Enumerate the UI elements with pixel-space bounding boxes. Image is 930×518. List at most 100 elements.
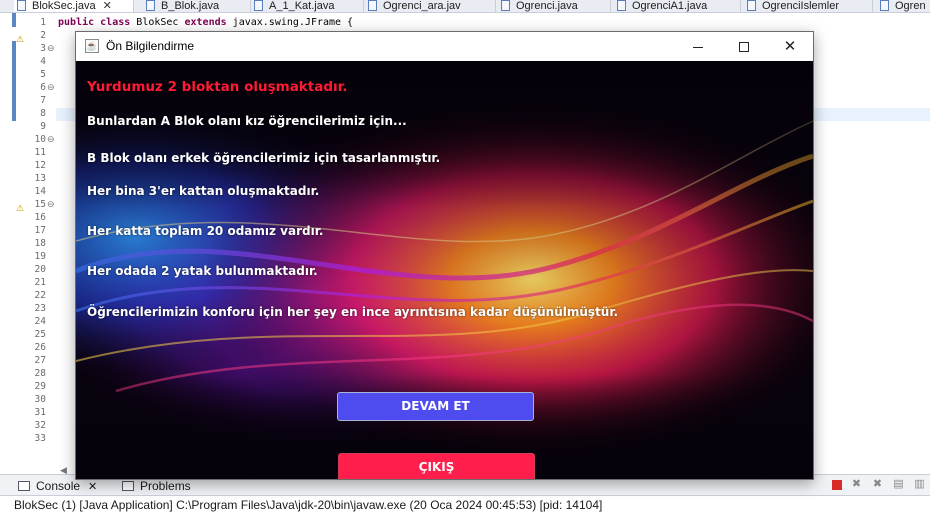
line-number: 27 bbox=[34, 355, 46, 366]
tab-separator bbox=[363, 0, 364, 12]
line-number: 4 bbox=[40, 56, 46, 67]
remove-launch-icon[interactable]: ✖ bbox=[850, 478, 863, 491]
editor-tab-label: Ogrenci_ara.jav bbox=[383, 0, 461, 12]
tab-separator bbox=[872, 0, 873, 12]
java-file-icon bbox=[368, 0, 377, 11]
problems-icon bbox=[122, 481, 134, 491]
line-number: 26 bbox=[34, 342, 46, 353]
line-number: 22 bbox=[34, 290, 46, 301]
editor-tab-label: Ogrenci.java bbox=[516, 0, 578, 12]
info-line: B Blok olanı erkek öğrencilerimiz için t… bbox=[87, 151, 441, 165]
editor-tab-ogrenci-ara[interactable]: Ogrenci_ara.jav bbox=[368, 0, 461, 12]
line-number: 2 bbox=[40, 30, 46, 41]
close-icon: ✕ bbox=[783, 38, 797, 55]
dialog-title: Ön Bilgilendirme bbox=[106, 39, 195, 53]
tab-label: Console bbox=[36, 479, 81, 493]
fold-icon[interactable]: ⊖ bbox=[47, 133, 55, 146]
console-status-line: BlokSec (1) [Java Application] C:\Progra… bbox=[14, 498, 603, 512]
maximize-button[interactable] bbox=[721, 32, 767, 61]
java-file-icon bbox=[501, 0, 510, 11]
line-number: 3 bbox=[40, 43, 46, 54]
class-name: BlokSec bbox=[136, 17, 179, 28]
editor-tab-label: OgrenciA1.java bbox=[632, 0, 708, 12]
java-file-icon bbox=[254, 0, 263, 11]
line-number: 17 bbox=[34, 225, 46, 236]
scroll-lock-icon[interactable]: ▥ bbox=[913, 478, 926, 491]
java-file-icon bbox=[17, 0, 26, 11]
line-number: 20 bbox=[34, 264, 46, 275]
close-button[interactable]: ✕ bbox=[767, 32, 813, 61]
editor-tab-a1-kat[interactable]: A_1_Kat.java bbox=[254, 0, 335, 12]
line-number: 23 bbox=[34, 303, 46, 314]
info-line: Her bina 3'er kattan oluşmaktadır. bbox=[87, 184, 320, 198]
java-file-icon bbox=[880, 0, 889, 11]
line-number: 5 bbox=[40, 69, 46, 80]
minimize-button[interactable] bbox=[675, 32, 721, 61]
close-tab-icon[interactable]: ✕ bbox=[103, 1, 112, 12]
info-dialog: ☕ Ön Bilgilendirme ✕ Yurdumuz 2 bloktan … bbox=[75, 31, 814, 480]
maximize-icon bbox=[739, 42, 749, 53]
terminate-icon[interactable] bbox=[832, 480, 842, 490]
tab-label: Problems bbox=[140, 479, 191, 493]
continue-button[interactable]: DEVAM ET bbox=[337, 392, 534, 421]
fold-icon[interactable]: ⊖ bbox=[47, 81, 55, 94]
line-number: 15 bbox=[34, 199, 46, 210]
java-file-icon bbox=[747, 0, 756, 11]
editor-tab-label: A_1_Kat.java bbox=[269, 0, 335, 12]
info-line: Bunlardan A Blok olanı kız öğrencilerimi… bbox=[87, 114, 407, 128]
info-line: Her odada 2 yatak bulunmaktadır. bbox=[87, 264, 318, 278]
tab-problems[interactable]: Problems bbox=[122, 478, 191, 494]
line-number: 19 bbox=[34, 251, 46, 262]
java-file-icon bbox=[146, 0, 155, 11]
copy-icon[interactable]: ▤ bbox=[892, 478, 905, 491]
dialog-content: Yurdumuz 2 bloktan oluşmaktadır. Bunlard… bbox=[76, 61, 813, 479]
editor-tab-label: BlokSec.java bbox=[32, 0, 96, 12]
line-number: 29 bbox=[34, 381, 46, 392]
editor-tab-ogrenciislemler[interactable]: OgrenciIslemler bbox=[747, 0, 840, 12]
line-number: 28 bbox=[34, 368, 46, 379]
code-text: javax.swing.JFrame { bbox=[232, 17, 354, 28]
editor-tab-bloksec[interactable]: BlokSec.java ✕ bbox=[14, 0, 134, 12]
editor-tab-label: OgrenciIslemler bbox=[762, 0, 840, 12]
editor-tab-ogrencia1[interactable]: OgrenciA1.java bbox=[617, 0, 708, 12]
tab-console[interactable]: Console ✕ bbox=[18, 478, 97, 494]
info-line: Öğrencilerimizin konforu için her şey en… bbox=[87, 305, 619, 319]
console-icon bbox=[18, 481, 30, 491]
remove-all-icon[interactable]: ✖ bbox=[871, 478, 884, 491]
editor-tab-ogrenci[interactable]: Ogrenci.java bbox=[501, 0, 578, 12]
line-number: 18 bbox=[34, 238, 46, 249]
java-file-icon bbox=[617, 0, 626, 11]
line-number: 30 bbox=[34, 394, 46, 405]
exit-button[interactable]: ÇIKIŞ bbox=[338, 453, 535, 479]
keyword: class bbox=[100, 17, 131, 28]
line-number: 7 bbox=[40, 95, 46, 106]
tab-separator bbox=[610, 0, 611, 12]
line-number: 32 bbox=[34, 420, 46, 431]
line-number: 13 bbox=[34, 173, 46, 184]
editor-tab-b-blok[interactable]: B_Blok.java bbox=[146, 0, 220, 12]
line-number: 33 bbox=[34, 433, 46, 444]
fold-icon[interactable]: ⊖ bbox=[47, 42, 55, 55]
console-toolbar: ✖ ✖ ▤ ▥ bbox=[832, 478, 926, 491]
line-number: 12 bbox=[34, 160, 46, 171]
line-number: 9 bbox=[40, 121, 46, 132]
line-number: 21 bbox=[34, 277, 46, 288]
line-number: 10 bbox=[34, 134, 46, 145]
editor-tab-label: Ogren bbox=[895, 0, 926, 12]
line-number: 24 bbox=[34, 316, 46, 327]
editor-tab-ogren[interactable]: Ogren bbox=[880, 0, 926, 12]
close-tab-icon[interactable]: ✕ bbox=[88, 480, 97, 493]
tab-separator bbox=[250, 0, 251, 12]
editor-tab-label: B_Blok.java bbox=[161, 0, 220, 12]
line-number: 14 bbox=[34, 186, 46, 197]
line-number: 16 bbox=[34, 212, 46, 223]
line-number: 11 bbox=[34, 147, 46, 158]
line-number: 8 bbox=[40, 108, 46, 119]
line-number: 31 bbox=[34, 407, 46, 418]
dialog-titlebar[interactable]: ☕ Ön Bilgilendirme ✕ bbox=[76, 32, 813, 61]
fold-icon[interactable]: ⊖ bbox=[47, 198, 55, 211]
tab-separator bbox=[495, 0, 496, 12]
info-heading: Yurdumuz 2 bloktan oluşmaktadır. bbox=[87, 79, 348, 95]
line-number: 25 bbox=[34, 329, 46, 340]
keyword: public bbox=[58, 17, 95, 28]
